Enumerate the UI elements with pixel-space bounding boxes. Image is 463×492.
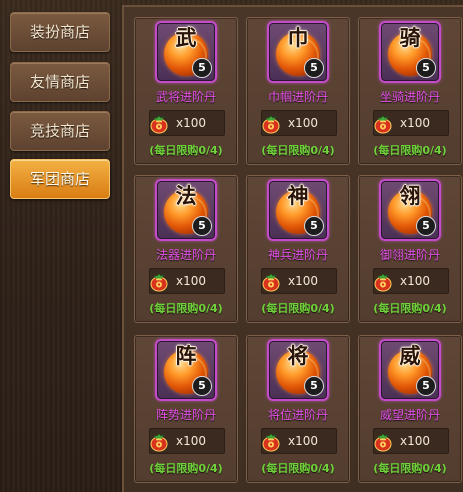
item-name: 坐骑进阶丹 [379,90,440,104]
item-price: x100 [400,434,431,448]
item-name: 法器进阶丹 [155,248,216,262]
item-price: x100 [176,274,207,288]
shop-item-card-1[interactable]: 武 5 武将进阶丹 x100 (每日限购0/4) [134,17,238,165]
daily-purchase-limit: (每日限购0/4) [261,462,335,475]
item-icon-frame[interactable]: 法 5 [155,179,217,241]
shop-item-card-3[interactable]: 骑 5 坐骑进阶丹 x100 (每日限购0/4) [358,17,462,165]
daily-purchase-limit: (每日限购0/4) [373,302,447,315]
item-icon-frame[interactable]: 翎 5 [379,179,441,241]
price-box[interactable]: x100 [373,110,449,136]
item-count-badge: 5 [192,58,212,78]
money-bag-icon [150,115,168,134]
item-icon-frame[interactable]: 武 5 [155,21,217,83]
price-box[interactable]: x100 [261,268,337,294]
tab-legion-shop[interactable]: 军团商店 [10,159,110,199]
item-name: 武将进阶丹 [155,90,216,104]
shop-item-card-9[interactable]: 威 5 威望进阶丹 x100 (每日限购0/4) [358,335,462,483]
tab-friendship-shop[interactable]: 友情商店 [10,62,110,102]
item-icon-frame[interactable]: 骑 5 [379,21,441,83]
item-count-badge: 5 [304,58,324,78]
shop-item-panel: 武 5 武将进阶丹 x100 (每日限购0/4) 巾 5 巾帼进阶丹 x100 … [122,5,463,492]
item-glyph: 将 [287,344,309,368]
item-glyph: 翎 [399,184,421,208]
daily-purchase-limit: (每日限购0/4) [149,462,223,475]
item-price: x100 [288,274,319,288]
item-price: x100 [176,434,207,448]
item-price: x100 [176,116,207,130]
price-box[interactable]: x100 [373,428,449,454]
price-box[interactable]: x100 [261,110,337,136]
item-name: 将位进阶丹 [267,408,328,422]
item-icon-frame[interactable]: 阵 5 [155,339,217,401]
item-glyph: 威 [399,344,421,368]
item-count-badge: 5 [192,376,212,396]
item-glyph: 神 [287,184,309,208]
item-icon-frame[interactable]: 威 5 [379,339,441,401]
item-name: 巾帼进阶丹 [267,90,328,104]
item-icon-frame[interactable]: 神 5 [267,179,329,241]
price-box[interactable]: x100 [149,428,225,454]
daily-purchase-limit: (每日限购0/4) [373,144,447,157]
shop-item-card-2[interactable]: 巾 5 巾帼进阶丹 x100 (每日限购0/4) [246,17,350,165]
shop-item-card-7[interactable]: 阵 5 阵势进阶丹 x100 (每日限购0/4) [134,335,238,483]
money-bag-icon [262,433,280,452]
item-name: 威望进阶丹 [379,408,440,422]
shop-item-card-6[interactable]: 翎 5 御翎进阶丹 x100 (每日限购0/4) [358,175,462,323]
shop-item-card-5[interactable]: 神 5 神兵进阶丹 x100 (每日限购0/4) [246,175,350,323]
item-glyph: 骑 [399,26,421,50]
money-bag-icon [374,115,392,134]
item-icon-frame[interactable]: 将 5 [267,339,329,401]
item-glyph: 武 [175,26,197,50]
item-price: x100 [288,116,319,130]
shop-item-card-8[interactable]: 将 5 将位进阶丹 x100 (每日限购0/4) [246,335,350,483]
money-bag-icon [262,115,280,134]
tab-costume-shop[interactable]: 装扮商店 [10,12,110,52]
tab-arena-shop[interactable]: 竞技商店 [10,111,110,151]
daily-purchase-limit: (每日限购0/4) [261,144,335,157]
price-box[interactable]: x100 [261,428,337,454]
item-count-badge: 5 [416,216,436,236]
daily-purchase-limit: (每日限购0/4) [149,302,223,315]
item-price: x100 [400,274,431,288]
item-name: 御翎进阶丹 [379,248,440,262]
item-count-badge: 5 [416,376,436,396]
money-bag-icon [150,433,168,452]
price-box[interactable]: x100 [149,110,225,136]
item-price: x100 [400,116,431,130]
money-bag-icon [374,273,392,292]
money-bag-icon [262,273,280,292]
money-bag-icon [374,433,392,452]
price-box[interactable]: x100 [149,268,225,294]
daily-purchase-limit: (每日限购0/4) [149,144,223,157]
item-icon-frame[interactable]: 巾 5 [267,21,329,83]
item-glyph: 巾 [287,26,309,50]
item-price: x100 [288,434,319,448]
item-count-badge: 5 [304,216,324,236]
item-name: 神兵进阶丹 [267,248,328,262]
item-name: 阵势进阶丹 [155,408,216,422]
price-box[interactable]: x100 [373,268,449,294]
item-count-badge: 5 [192,216,212,236]
item-glyph: 法 [175,184,197,208]
daily-purchase-limit: (每日限购0/4) [373,462,447,475]
money-bag-icon [150,273,168,292]
item-glyph: 阵 [175,344,197,368]
item-count-badge: 5 [416,58,436,78]
daily-purchase-limit: (每日限购0/4) [261,302,335,315]
shop-item-card-4[interactable]: 法 5 法器进阶丹 x100 (每日限购0/4) [134,175,238,323]
item-count-badge: 5 [304,376,324,396]
